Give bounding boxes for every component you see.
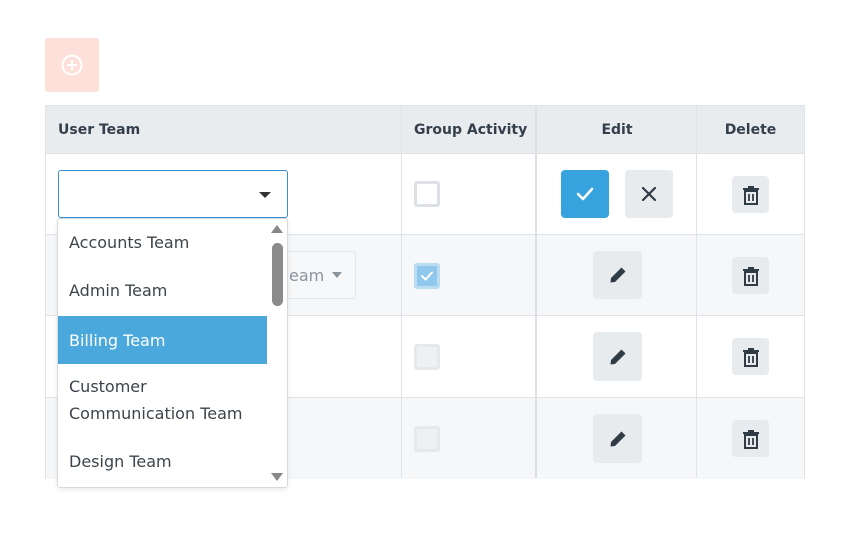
chevron-down-icon[interactable] [259,192,271,198]
column-divider [401,106,402,478]
check-icon [576,187,594,201]
group-activity-checkbox[interactable] [414,263,440,289]
dropdown-scrollbar[interactable] [267,219,287,487]
trash-icon [742,429,759,449]
dropdown-option-design-team[interactable]: Design Team [58,448,267,475]
delete-button[interactable] [732,420,769,457]
check-icon [421,271,433,281]
dropdown-option-billing-team[interactable]: Billing Team [58,316,267,364]
grid-header: User Team Group Activity Edit Delete [46,106,804,154]
chevron-down-icon [332,272,343,278]
trash-icon [742,185,759,205]
column-header-group-activity[interactable]: Group Activity [414,106,527,154]
trash-icon [742,266,759,286]
add-row-button[interactable] [45,38,99,92]
group-activity-checkbox[interactable] [414,426,440,452]
save-button[interactable] [561,170,609,218]
group-activity-checkbox[interactable] [414,344,440,370]
column-header-delete: Delete [724,122,777,138]
user-team-dropdown[interactable]: Accounts Team Admin Team Billing Team Cu… [57,218,288,488]
delete-button[interactable] [732,257,769,294]
scroll-up-icon[interactable] [271,225,283,233]
scroll-down-icon[interactable] [271,473,283,481]
column-header-user-team[interactable]: User Team [58,106,140,154]
close-icon [641,186,657,202]
user-team-select-value: eam [289,265,325,285]
delete-button[interactable] [732,176,769,213]
pencil-icon [610,349,625,364]
column-header-edit: Edit [601,122,633,138]
pencil-icon [610,431,625,446]
edit-button[interactable] [593,251,642,299]
dropdown-option-accounts-team[interactable]: Accounts Team [58,229,267,256]
user-team-select[interactable]: eam [276,251,356,299]
dropdown-option-admin-team[interactable]: Admin Team [58,277,267,304]
delete-button[interactable] [732,338,769,375]
group-activity-checkbox[interactable] [414,181,440,207]
cancel-button[interactable] [625,170,673,218]
scrollbar-thumb[interactable] [272,243,283,306]
edit-button[interactable] [593,414,642,463]
pencil-icon [610,267,625,283]
column-divider [535,106,537,478]
plus-circle-icon [61,54,83,76]
trash-icon [742,347,759,367]
edit-button[interactable] [593,332,642,381]
dropdown-option-customer-communication-team[interactable]: Customer Communication Team [58,373,267,427]
column-divider [696,106,697,478]
user-team-select[interactable] [58,170,288,218]
